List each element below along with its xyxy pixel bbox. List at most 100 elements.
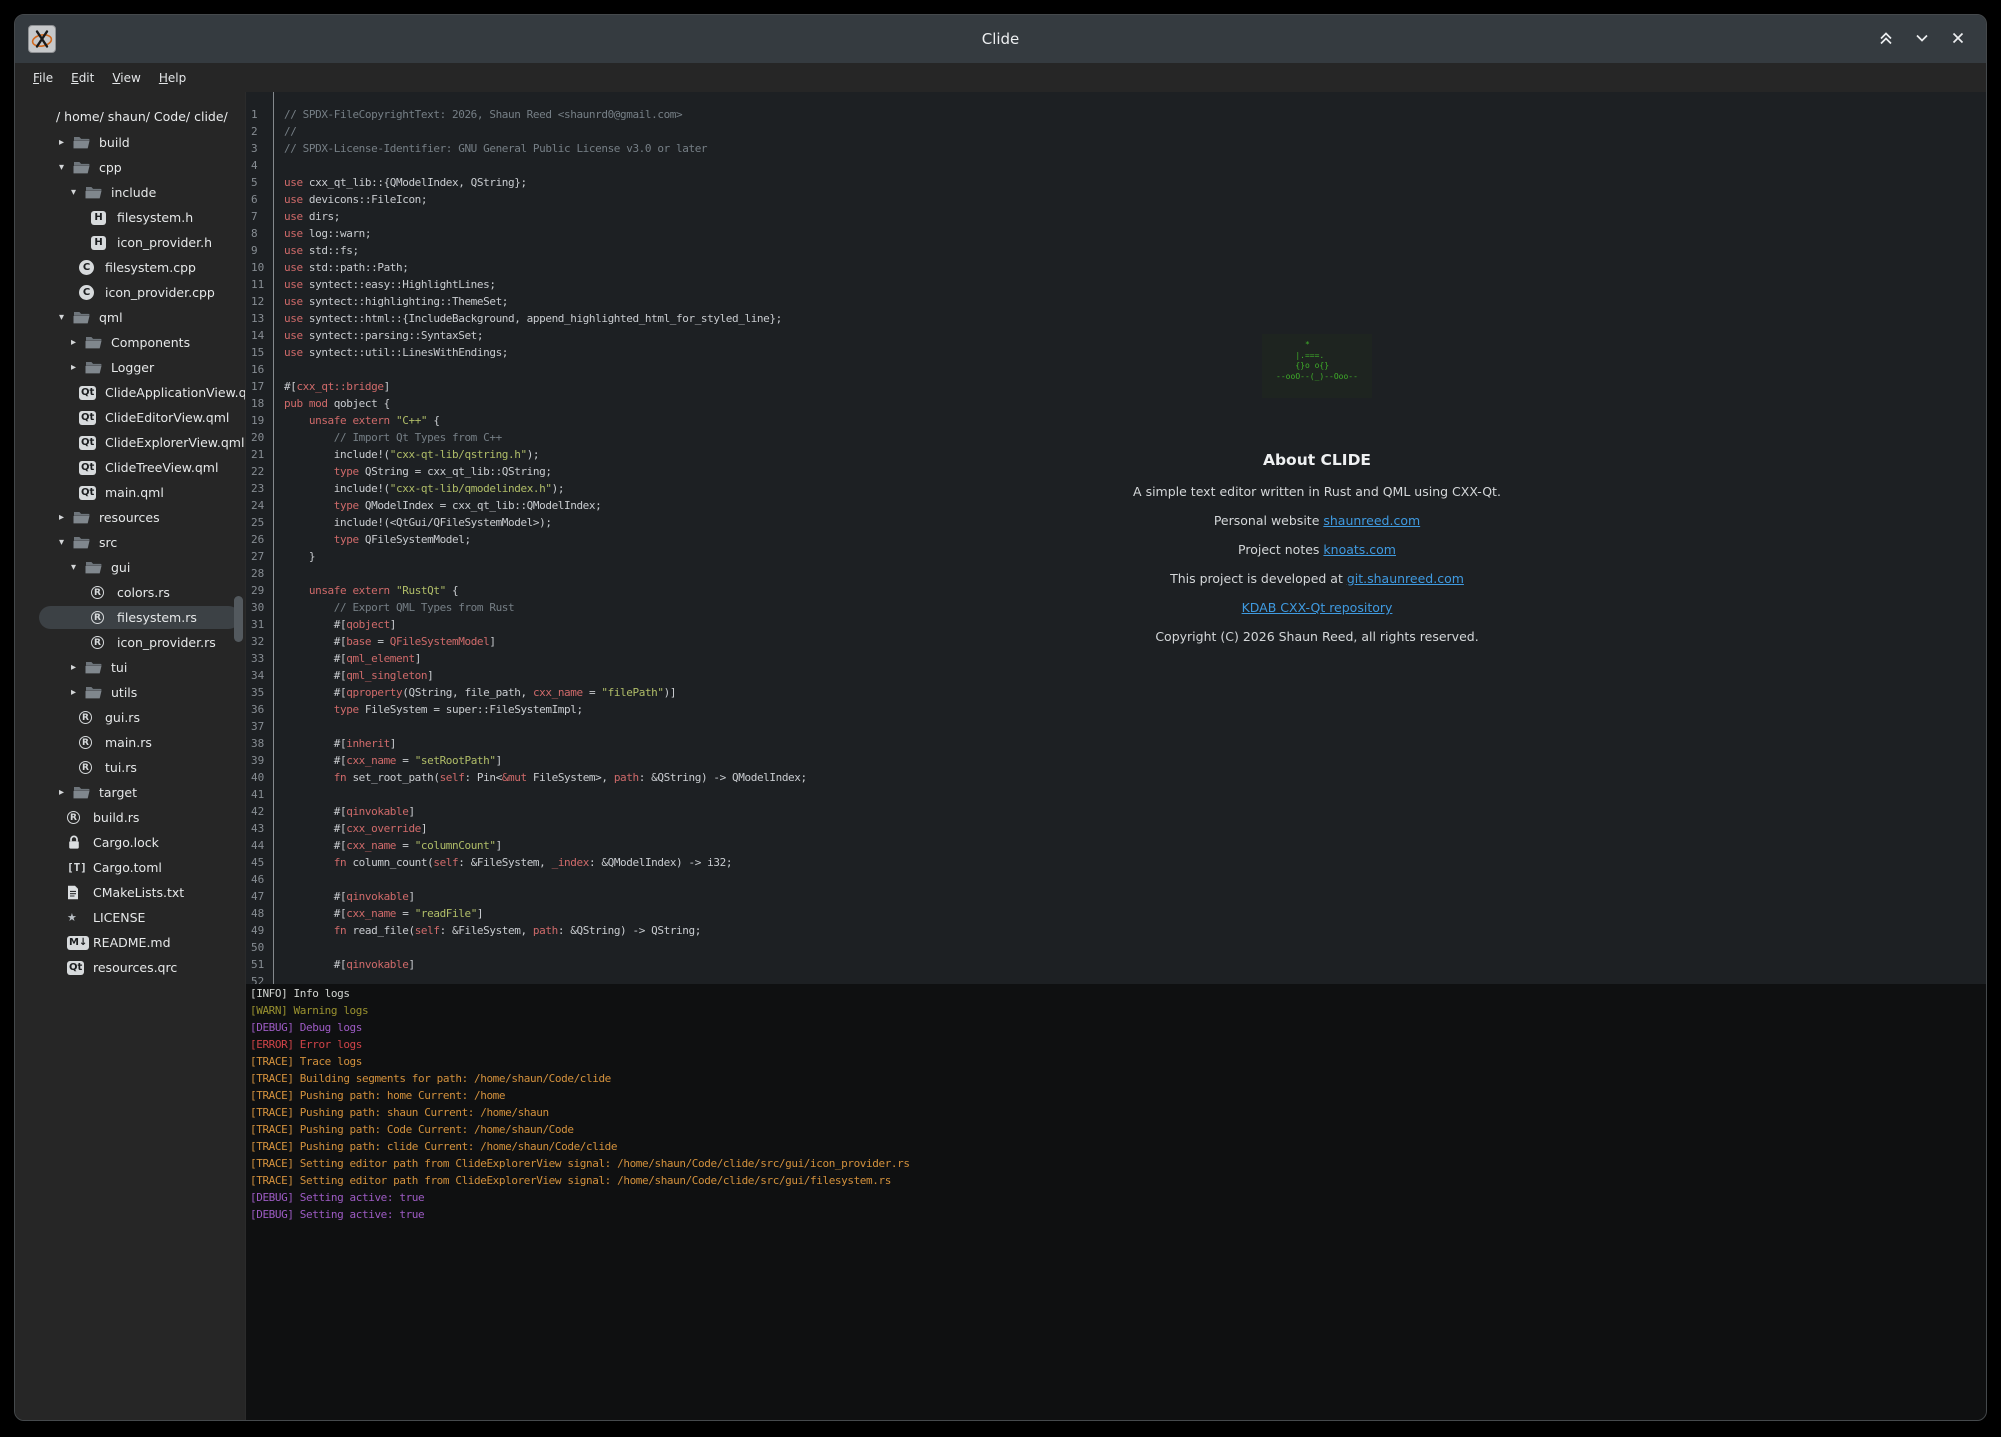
- chevron-down-icon[interactable]: ▾: [71, 187, 85, 198]
- tree-item-resources[interactable]: ▸ resources: [15, 505, 245, 530]
- tree-item-cmakelists-txt[interactable]: CMakeLists.txt: [15, 880, 245, 905]
- chevron-right-icon[interactable]: ▸: [71, 662, 85, 673]
- tree-item-license[interactable]: ★LICENSE: [15, 905, 245, 930]
- tree-item-logger[interactable]: ▸Logger: [15, 355, 245, 380]
- file-tree-panel[interactable]: / home/ shaun/ Code/ clide/ ▸build ▾ cpp ▾i…: [15, 92, 245, 1420]
- code-line: 39 #[cxx_name = "setRootPath"]: [246, 752, 1986, 769]
- titlebar[interactable]: Clide: [15, 15, 1986, 63]
- tree-item-build-rs[interactable]: Rbuild.rs: [15, 805, 245, 830]
- tree-item-label: tui: [111, 660, 127, 675]
- folder-icon: [73, 311, 90, 324]
- tree-item-clideexplorerview-qml[interactable]: QtClideExplorerView.qml: [15, 430, 245, 455]
- chevron-right-icon[interactable]: ▸: [59, 137, 73, 148]
- about-link[interactable]: KDAB CXX-Qt repository: [1242, 600, 1393, 615]
- tree-item-include[interactable]: ▾include: [15, 180, 245, 205]
- maximize-button[interactable]: [1874, 26, 1898, 53]
- tree-item-label: gui.rs: [105, 710, 140, 725]
- tree-item-label: ClideApplicationView.qml: [105, 385, 245, 400]
- chevron-right-icon[interactable]: ▸: [59, 787, 73, 798]
- tree-item-label: ClideExplorerView.qml: [105, 435, 244, 450]
- tree-item-tui-rs[interactable]: Rtui.rs: [15, 755, 245, 780]
- tree-item-clideeditorview-qml[interactable]: QtClideEditorView.qml: [15, 405, 245, 430]
- about-link[interactable]: shaunreed.com: [1323, 513, 1420, 528]
- tree-item-tui[interactable]: ▸ tui: [15, 655, 245, 680]
- tree-item-components[interactable]: ▸Components: [15, 330, 245, 355]
- log-line: [DEBUG] Setting active: true: [250, 1206, 1986, 1223]
- menu-item-view[interactable]: View: [103, 71, 149, 85]
- tree-item-clideapplicationview-qml[interactable]: QtClideApplicationView.qml: [15, 380, 245, 405]
- line-number: 21: [251, 446, 271, 463]
- tree-item-filesystem-h[interactable]: Hfilesystem.h: [15, 205, 245, 230]
- menu-item-edit[interactable]: Edit: [62, 71, 103, 85]
- line-number: 2: [251, 123, 271, 140]
- tree-item-filesystem-rs[interactable]: Rfilesystem.rs: [15, 605, 245, 630]
- close-icon: [1948, 28, 1968, 51]
- chevron-down-icon[interactable]: ▾: [71, 562, 85, 573]
- tree-item-qml[interactable]: ▾qml: [15, 305, 245, 330]
- tree-item-readme-md[interactable]: M↓README.md: [15, 930, 245, 955]
- chevron-right-icon[interactable]: ▸: [71, 337, 85, 348]
- about-link[interactable]: git.shaunreed.com: [1347, 571, 1464, 586]
- line-number: 30: [251, 599, 271, 616]
- log-line: [WARN] Warning logs: [250, 1002, 1986, 1019]
- chevron-right-icon[interactable]: ▸: [71, 687, 85, 698]
- close-button[interactable]: [1946, 26, 1970, 53]
- tree-item-icon-provider-cpp[interactable]: Cicon_provider.cpp: [15, 280, 245, 305]
- menu-item-help[interactable]: Help: [150, 71, 195, 85]
- tree-item-clidetreeview-qml[interactable]: QtClideTreeView.qml: [15, 455, 245, 480]
- chevron-right-icon[interactable]: ▸: [71, 362, 85, 373]
- lock-icon: [67, 835, 81, 850]
- line-number: 25: [251, 514, 271, 531]
- tree-item-label: main.qml: [105, 485, 164, 500]
- tree-item-gui-rs[interactable]: Rgui.rs: [15, 705, 245, 730]
- sidebar-scrollbar-thumb[interactable]: [234, 596, 243, 642]
- code-line: 5use cxx_qt_lib::{QModelIndex, QString};: [246, 174, 1986, 191]
- code-editor[interactable]: 1// SPDX-FileCopyrightText: 2026, Shaun …: [246, 92, 1986, 984]
- tree-item-main-rs[interactable]: Rmain.rs: [15, 730, 245, 755]
- tree-item-main-qml[interactable]: Qtmain.qml: [15, 480, 245, 505]
- chevron-down-icon[interactable]: ▾: [59, 537, 73, 548]
- chevron-down-icon[interactable]: ▾: [59, 312, 73, 323]
- minimize-button[interactable]: [1910, 26, 1934, 53]
- tree-item-label: cpp: [99, 160, 122, 175]
- tree-item-filesystem-cpp[interactable]: Cfilesystem.cpp: [15, 255, 245, 280]
- chevron-right-icon[interactable]: ▸: [59, 512, 73, 523]
- line-number: 51: [251, 956, 271, 973]
- tree-item-cpp[interactable]: ▾ cpp: [15, 155, 245, 180]
- tree-item-label: gui: [111, 560, 130, 575]
- chevron-down-icon[interactable]: ▾: [59, 162, 73, 173]
- menubar: FileEditViewHelp: [15, 63, 1986, 92]
- tree-item-src[interactable]: ▾src: [15, 530, 245, 555]
- line-number: 6: [251, 191, 271, 208]
- code-line: 43 #[cxx_override]: [246, 820, 1986, 837]
- code-line: 13use syntect::html::{IncludeBackground,…: [246, 310, 1986, 327]
- about-link[interactable]: knoats.com: [1323, 542, 1396, 557]
- tree-item-resources-qrc[interactable]: Qtresources.qrc: [15, 955, 245, 980]
- tree-item-colors-rs[interactable]: Rcolors.rs: [15, 580, 245, 605]
- tree-item-cargo-lock[interactable]: Cargo.lock: [15, 830, 245, 855]
- markdown-file-icon: M↓: [67, 936, 89, 950]
- code-line: 7use dirs;: [246, 208, 1986, 225]
- tree-item-label: filesystem.cpp: [105, 260, 196, 275]
- tree-item-label: Cargo.toml: [93, 860, 162, 875]
- tree-item-gui[interactable]: ▾ gui: [15, 555, 245, 580]
- code-line: 35 #[qproperty(QString, file_path, cxx_n…: [246, 684, 1986, 701]
- tree-item-target[interactable]: ▸target: [15, 780, 245, 805]
- tree-item-label: resources: [99, 510, 160, 525]
- window-title: Clide: [15, 30, 1986, 48]
- line-number: 38: [251, 735, 271, 752]
- folder-icon: [85, 661, 102, 674]
- code-line: 12use syntect::highlighting::ThemeSet;: [246, 293, 1986, 310]
- log-panel[interactable]: [INFO] Info logs[WARN] Warning logs[DEBU…: [246, 984, 1986, 1420]
- tree-item-build[interactable]: ▸build: [15, 130, 245, 155]
- tree-root-path[interactable]: / home/ shaun/ Code/ clide/: [15, 104, 245, 130]
- line-number: 47: [251, 888, 271, 905]
- tree-item-icon-provider-rs[interactable]: Ricon_provider.rs: [15, 630, 245, 655]
- line-number: 35: [251, 684, 271, 701]
- line-number: 10: [251, 259, 271, 276]
- tree-item-cargo-toml[interactable]: [T]Cargo.toml: [15, 855, 245, 880]
- menu-item-file[interactable]: File: [24, 71, 62, 85]
- tree-item-icon-provider-h[interactable]: Hicon_provider.h: [15, 230, 245, 255]
- tree-item-utils[interactable]: ▸utils: [15, 680, 245, 705]
- tree-item-label: LICENSE: [93, 910, 145, 925]
